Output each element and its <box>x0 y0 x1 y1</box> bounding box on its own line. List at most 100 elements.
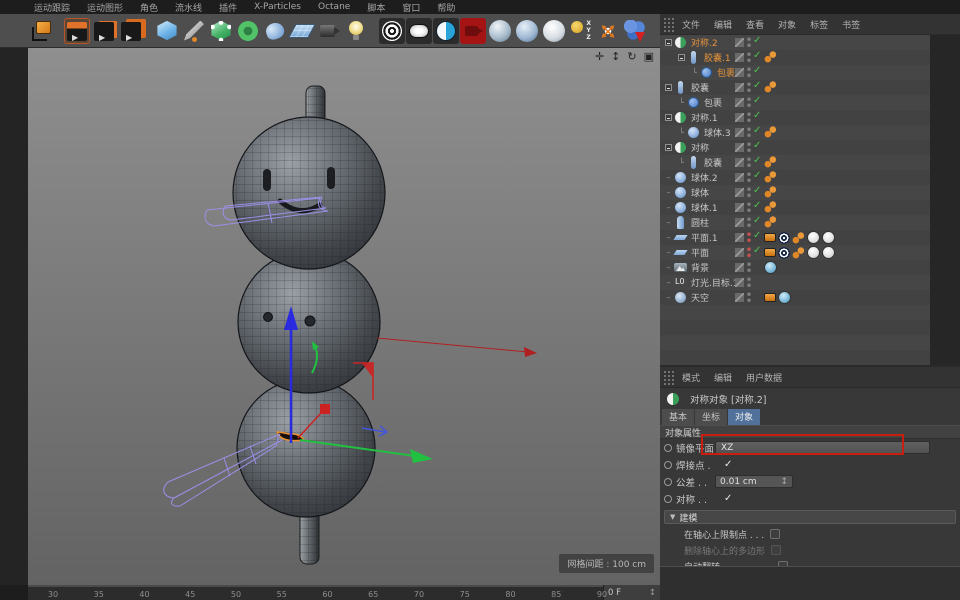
visibility-dots-icon[interactable] <box>747 292 751 303</box>
mirror-plane-dropdown[interactable]: XZ <box>715 441 930 454</box>
layer-icon[interactable] <box>735 188 744 197</box>
phong-tag-icon[interactable] <box>764 171 777 183</box>
texture-tag-icon[interactable] <box>807 231 820 244</box>
enabled-check-icon[interactable]: ✓ <box>753 125 761 136</box>
menu-item[interactable]: 运动图形 <box>87 1 123 14</box>
visibility-dots-icon[interactable] <box>747 127 751 138</box>
object-row[interactable]: └包裹✓ <box>660 95 960 110</box>
render-camera-icon[interactable] <box>460 18 486 44</box>
menu-item[interactable]: 脚本 <box>367 1 385 14</box>
om-menu-item[interactable]: 文件 <box>682 18 700 31</box>
panel-grip-icon[interactable] <box>663 370 675 385</box>
tab-对象[interactable]: 对象 <box>728 409 760 425</box>
enabled-check-icon[interactable]: ✓ <box>753 140 761 151</box>
enabled-check-icon[interactable]: ✓ <box>753 65 761 76</box>
phong-tag-icon[interactable] <box>792 232 805 244</box>
property-check-icon[interactable]: ✓ <box>724 493 732 504</box>
menu-item[interactable]: 窗口 <box>402 1 420 14</box>
phong-tag-icon[interactable] <box>792 247 805 259</box>
object-row[interactable]: –天空 <box>660 290 960 305</box>
expand-toggle-icon[interactable] <box>665 39 672 46</box>
layer-icon[interactable] <box>735 83 744 92</box>
expand-toggle-icon[interactable] <box>665 144 672 151</box>
object-row[interactable]: 对称.1✓ <box>660 110 960 125</box>
visibility-dots-icon[interactable] <box>747 67 751 78</box>
area-light-icon[interactable] <box>406 18 432 44</box>
layer-icon[interactable] <box>735 128 744 137</box>
deform-tool-icon[interactable] <box>622 18 648 44</box>
enabled-check-icon[interactable]: ✓ <box>753 200 761 211</box>
visibility-dots-icon[interactable] <box>747 187 751 198</box>
clapper-gear-icon[interactable] <box>118 18 144 44</box>
layer-icon[interactable] <box>735 278 744 287</box>
compositing-tag-icon[interactable] <box>764 248 776 257</box>
menu-item[interactable]: 运动跟踪 <box>34 1 70 14</box>
object-row[interactable]: –平面.1✓ <box>660 230 960 245</box>
tab-坐标[interactable]: 坐标 <box>695 409 727 425</box>
edit-points-icon[interactable] <box>208 18 234 44</box>
texture-tag-icon[interactable] <box>822 231 835 244</box>
enabled-check-icon[interactable]: ✓ <box>753 155 761 166</box>
expand-toggle-icon[interactable] <box>678 54 685 61</box>
menu-item[interactable]: X-Particles <box>254 2 301 12</box>
layer-icon[interactable] <box>735 53 744 62</box>
record-clapper-icon[interactable] <box>64 18 90 44</box>
object-row[interactable]: –球体.2✓ <box>660 170 960 185</box>
attr-menu-item[interactable]: 模式 <box>682 371 700 384</box>
visibility-dots-icon[interactable] <box>747 232 751 243</box>
object-row[interactable]: –球体✓ <box>660 185 960 200</box>
material-sphere-gray-icon[interactable] <box>487 18 513 44</box>
section-modeling[interactable]: 建模 <box>664 510 956 524</box>
material-sphere-blue-icon[interactable] <box>514 18 540 44</box>
visibility-dots-icon[interactable] <box>747 82 751 93</box>
current-frame-field[interactable]: 0 F↕ <box>603 585 660 600</box>
layer-icon[interactable] <box>735 293 744 302</box>
phong-tag-icon[interactable] <box>764 216 777 228</box>
visibility-dots-icon[interactable] <box>747 217 751 228</box>
object-row[interactable]: –背景 <box>660 260 960 275</box>
clapper-cube-icon[interactable] <box>91 18 117 44</box>
object-row[interactable]: └包裹✓ <box>660 65 960 80</box>
texture-sky-tag-icon[interactable] <box>778 291 791 304</box>
visibility-dots-icon[interactable] <box>747 97 751 108</box>
enabled-check-icon[interactable]: ✓ <box>753 230 761 241</box>
object-row[interactable]: └球体.3✓ <box>660 125 960 140</box>
layer-icon[interactable] <box>735 263 744 272</box>
om-menu-item[interactable]: 编辑 <box>714 18 732 31</box>
layer-icon[interactable] <box>735 68 744 77</box>
phong-tag-icon[interactable] <box>764 51 777 63</box>
visibility-dots-icon[interactable] <box>747 202 751 213</box>
material-sphere-light-icon[interactable] <box>541 18 567 44</box>
expand-toggle-icon[interactable] <box>665 114 672 121</box>
move-axis-icon[interactable] <box>595 18 621 44</box>
enabled-check-icon[interactable]: ✓ <box>753 185 761 196</box>
texture-tag-icon[interactable] <box>807 246 820 259</box>
stepper-icon[interactable]: ↕ <box>780 476 788 487</box>
layer-icon[interactable] <box>735 218 744 227</box>
visibility-dots-icon[interactable] <box>747 157 751 168</box>
layer-icon[interactable] <box>735 158 744 167</box>
menu-item[interactable]: Octane <box>318 2 350 12</box>
tolerance-field[interactable]: 0.01 cm↕ <box>715 475 793 488</box>
object-row[interactable]: –球体.1✓ <box>660 200 960 215</box>
enabled-check-icon[interactable]: ✓ <box>753 245 761 256</box>
world-axis-icon[interactable] <box>28 18 54 44</box>
texture-sky-tag-icon[interactable] <box>764 261 777 274</box>
object-row[interactable]: 对称✓ <box>660 140 960 155</box>
sphere-middle[interactable] <box>238 251 380 393</box>
menu-item[interactable]: 流水线 <box>175 1 202 14</box>
target-tag-icon[interactable] <box>778 232 790 244</box>
xyz-axis-icon[interactable] <box>568 18 594 44</box>
spline-pen-icon[interactable] <box>181 18 207 44</box>
keyframe-radio-icon[interactable] <box>664 478 672 486</box>
object-row[interactable]: –灯光.目标.1 <box>660 275 960 290</box>
panel-grip-icon[interactable] <box>663 17 675 32</box>
texture-tag-icon[interactable] <box>822 246 835 259</box>
enabled-check-icon[interactable]: ✓ <box>753 110 761 121</box>
timeline-ruler[interactable]: 30354045505560657075808590 <box>28 585 603 600</box>
object-row[interactable]: 胶囊✓ <box>660 80 960 95</box>
model-cube-icon[interactable] <box>154 18 180 44</box>
object-row[interactable]: 对称.2✓ <box>660 35 960 50</box>
visibility-dots-icon[interactable] <box>747 52 751 63</box>
maximize-icon[interactable]: ▣ <box>644 51 654 62</box>
